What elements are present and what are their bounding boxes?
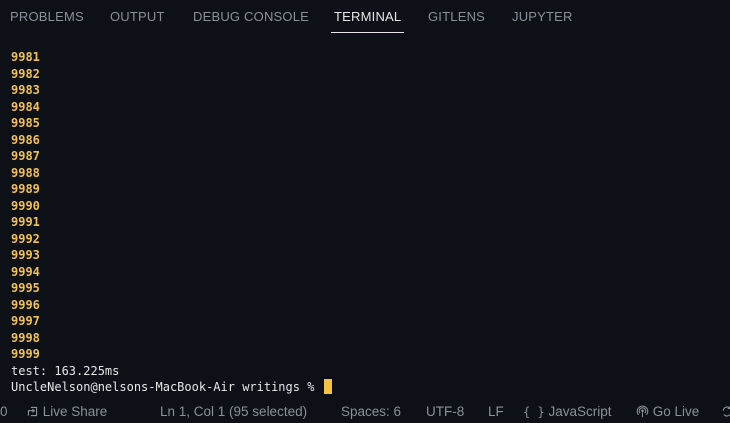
output-line: 9991 (11, 215, 40, 229)
output-line: 9985 (11, 116, 40, 130)
output-line: 9995 (11, 281, 40, 295)
output-line: 9996 (11, 297, 40, 312)
timing-output: test: 163.225ms (11, 363, 120, 378)
indentation-button[interactable]: Spaces: 6 (341, 400, 401, 423)
output-line: 9984 (11, 99, 40, 114)
status-item-partial[interactable]: 0 (0, 400, 8, 423)
terminal-output: 9981 9982 9983 9984 9985 9986 9987 9988 … (11, 49, 332, 396)
output-line: 9994 (11, 264, 40, 279)
output-line: 9983 (11, 83, 40, 97)
output-line: 9982 (11, 66, 40, 81)
eol-button[interactable]: LF (488, 400, 504, 423)
output-line: 9981 (11, 50, 40, 64)
tab-jupyter[interactable]: JUPYTER (512, 0, 573, 34)
live-share-button[interactable]: Live Share (26, 400, 107, 423)
prompt-line[interactable]: UncleNelson@nelsons-MacBook-Air writings… (11, 379, 332, 396)
output-line: 9992 (11, 231, 40, 246)
language-label: JavaScript (548, 404, 612, 419)
tab-debug-console[interactable]: DEBUG CONSOLE (193, 0, 309, 34)
output-line: 9997 (11, 314, 40, 328)
language-mode-button[interactable]: { } JavaScript (523, 400, 611, 423)
live-share-icon (26, 404, 39, 419)
tab-problems[interactable]: PROBLEMS (10, 0, 84, 34)
output-line: 9988 (11, 165, 40, 180)
braces-icon: { } (523, 405, 545, 419)
panel-tab-bar: PROBLEMS OUTPUT DEBUG CONSOLE TERMINAL G… (0, 0, 730, 34)
encoding-button[interactable]: UTF-8 (426, 400, 464, 423)
tab-gitlens[interactable]: GITLENS (428, 0, 485, 34)
output-line: 9993 (11, 248, 40, 262)
terminal-cursor (323, 379, 332, 394)
tab-terminal[interactable]: TERMINAL (330, 0, 405, 34)
go-live-button[interactable]: Go Live (636, 400, 699, 423)
live-share-label: Live Share (42, 404, 108, 419)
output-line: 9990 (11, 198, 40, 213)
terminal-panel[interactable]: 9981 9982 9983 9984 9985 9986 9987 9988 … (0, 34, 730, 400)
output-line: 9999 (11, 347, 40, 361)
output-line: 9998 (11, 330, 40, 345)
status-bar: 0 Live Share Ln 1, Col 1 (95 selected) S… (0, 400, 730, 423)
shell-prompt: UncleNelson@nelsons-MacBook-Air writings… (11, 380, 322, 394)
tab-output[interactable]: OUTPUT (110, 0, 165, 34)
output-line: 9987 (11, 149, 40, 163)
cursor-position-button[interactable]: Ln 1, Col 1 (95 selected) (160, 400, 307, 423)
broadcast-icon (636, 404, 649, 419)
go-live-label: Go Live (652, 404, 700, 419)
sync-icon[interactable] (721, 400, 730, 423)
output-line: 9989 (11, 182, 40, 196)
output-line: 9986 (11, 132, 40, 147)
